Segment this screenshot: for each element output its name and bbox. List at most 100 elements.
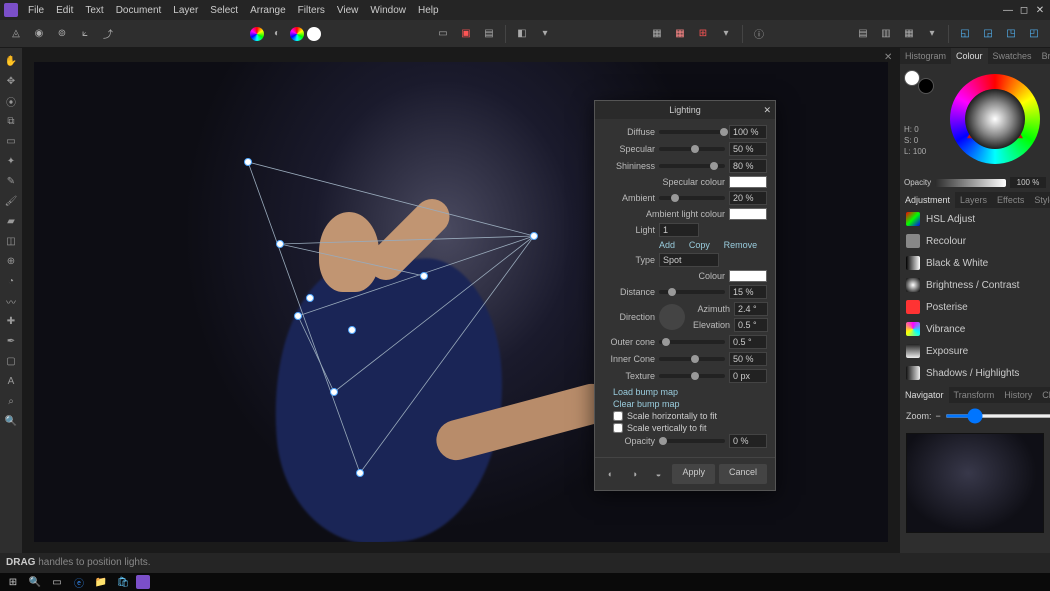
split-icon[interactable]: ◑ (624, 464, 644, 484)
bw-toggle-icon[interactable]: ◐ (267, 24, 287, 44)
type-select[interactable]: Spot (659, 253, 719, 267)
white-swatch-icon[interactable] (307, 27, 321, 41)
fg-bg-swatches[interactable] (904, 70, 934, 94)
scale-v-checkbox[interactable] (613, 423, 623, 433)
menu-help[interactable]: Help (412, 3, 445, 18)
taskview-icon[interactable]: ▭ (48, 574, 66, 590)
apply-button[interactable]: Apply (672, 464, 715, 484)
marquee-icon[interactable]: ▭ (2, 132, 20, 150)
direction-pad[interactable] (659, 304, 685, 330)
search-icon[interactable]: 🔍 (26, 574, 44, 590)
store-icon[interactable]: 🛍 (114, 574, 132, 590)
zoom-slider[interactable] (945, 414, 1050, 418)
tab-channels[interactable]: Channels (1037, 387, 1050, 403)
adjustment-brightness-contrast[interactable]: Brightness / Contrast (900, 274, 1050, 296)
zoom-icon[interactable]: 🔍 (2, 412, 20, 430)
shininess-slider[interactable] (659, 164, 725, 168)
load-bump-link[interactable]: Load bump map (613, 386, 767, 398)
diffuse-value[interactable]: 100 % (729, 125, 767, 139)
tab-effects[interactable]: Effects (992, 192, 1029, 208)
eyedropper-icon[interactable]: ⌕ (2, 392, 20, 410)
paint-brush-icon[interactable]: 🖌 (2, 192, 20, 210)
move-tool-icon[interactable]: ✥ (2, 72, 20, 90)
tab-colour[interactable]: Colour (951, 48, 988, 64)
dlg-opacity-value[interactable]: 0 % (729, 434, 767, 448)
ambient-slider[interactable] (659, 196, 725, 200)
mirror-icon[interactable]: ◒ (648, 464, 668, 484)
adjustment-vibrance[interactable]: Vibrance (900, 318, 1050, 340)
smudge-icon[interactable]: 〰 (2, 292, 20, 310)
snap-icon[interactable]: ▦ (670, 24, 690, 44)
edge-icon[interactable]: ⓔ (70, 574, 88, 590)
distance-value[interactable]: 15 % (729, 285, 767, 299)
ambient-value[interactable]: 20 % (729, 191, 767, 205)
adjustment-black-white[interactable]: Black & White (900, 252, 1050, 274)
dialog-close-icon[interactable]: ✕ (763, 105, 771, 116)
ruler-icon[interactable]: ▾ (716, 24, 736, 44)
app-taskbar-icon[interactable] (136, 575, 150, 589)
outer-value[interactable]: 0.5 ° (729, 335, 767, 349)
maximize-button[interactable]: ◻ (1018, 5, 1030, 16)
adjustment-posterise[interactable]: Posterise (900, 296, 1050, 318)
navigator-preview[interactable] (906, 433, 1044, 533)
dodge-icon[interactable]: ◔ (2, 272, 20, 290)
dlg-opacity-slider[interactable] (659, 439, 725, 443)
inner-value[interactable]: 50 % (729, 352, 767, 366)
cancel-button[interactable]: Cancel (719, 464, 767, 484)
close-button[interactable]: ✕ (1034, 5, 1046, 16)
scale-h-checkbox[interactable] (613, 411, 623, 421)
diffuse-slider[interactable] (659, 130, 725, 134)
crop-icon[interactable]: ⧉ (2, 112, 20, 130)
tab-transform[interactable]: Transform (949, 387, 1000, 403)
mask-icon[interactable]: ◧ (512, 24, 532, 44)
copy-light-link[interactable]: Copy (689, 240, 720, 250)
brush-select-icon[interactable]: ✎ (2, 172, 20, 190)
colour-wheel-icon[interactable] (290, 27, 304, 41)
add-light-link[interactable]: Add (659, 240, 685, 250)
shininess-value[interactable]: 80 % (729, 159, 767, 173)
clear-bump-link[interactable]: Clear bump map (613, 398, 767, 410)
texture-value[interactable]: 0 px (729, 369, 767, 383)
minimize-button[interactable]: — (1002, 5, 1014, 16)
hand-tool-icon[interactable]: ✋ (2, 52, 20, 70)
selection-add-icon[interactable]: ▣ (456, 24, 476, 44)
light-colour-swatch[interactable] (729, 270, 767, 282)
adjustment-exposure[interactable]: Exposure (900, 340, 1050, 362)
arrange-front-icon[interactable]: ◰ (1024, 24, 1044, 44)
distance-slider[interactable] (659, 290, 725, 294)
specular-slider[interactable] (659, 147, 725, 151)
fill-icon[interactable]: ▰ (2, 212, 20, 230)
light-origin-handle[interactable] (531, 233, 538, 240)
liquify-icon[interactable]: ◉ (29, 24, 49, 44)
grid-icon[interactable]: ▦ (647, 24, 667, 44)
outer-slider[interactable] (659, 340, 725, 344)
selection-sub-icon[interactable]: ▤ (479, 24, 499, 44)
arrange-backward-icon[interactable]: ◲ (978, 24, 998, 44)
opacity-slider[interactable] (935, 179, 1006, 187)
tab-history[interactable]: History (999, 387, 1037, 403)
menu-view[interactable]: View (331, 3, 365, 18)
arrange-forward-icon[interactable]: ◳ (1001, 24, 1021, 44)
arrange-back-icon[interactable]: ◱ (955, 24, 975, 44)
before-icon[interactable]: ◐ (600, 464, 620, 484)
opacity-value[interactable]: 100 % (1010, 177, 1046, 188)
texture-slider[interactable] (659, 374, 725, 378)
elevation-value[interactable]: 0.5 ° (734, 318, 768, 332)
shape-icon[interactable]: ▢ (2, 352, 20, 370)
selection-new-icon[interactable]: ▭ (433, 24, 453, 44)
colour-wheel[interactable] (950, 74, 1040, 164)
tab-navigator[interactable]: Navigator (900, 387, 949, 403)
healing-icon[interactable]: ✚ (2, 312, 20, 330)
remove-light-link[interactable]: Remove (724, 240, 767, 250)
colour-picker-icon[interactable]: ⦿ (2, 92, 20, 110)
menu-edit[interactable]: Edit (50, 3, 79, 18)
align-left-icon[interactable]: ▤ (853, 24, 873, 44)
guides-icon[interactable]: ⊞ (693, 24, 713, 44)
adjustment-hsl-adjust[interactable]: HSL Adjust (900, 208, 1050, 230)
text-icon[interactable]: A (2, 372, 20, 390)
assistant-icon[interactable]: ⓘ (749, 24, 769, 44)
menu-document[interactable]: Document (110, 3, 168, 18)
develop-icon[interactable]: ⊚ (52, 24, 72, 44)
tone-map-icon[interactable]: ⟀ (75, 24, 95, 44)
specular-value[interactable]: 50 % (729, 142, 767, 156)
